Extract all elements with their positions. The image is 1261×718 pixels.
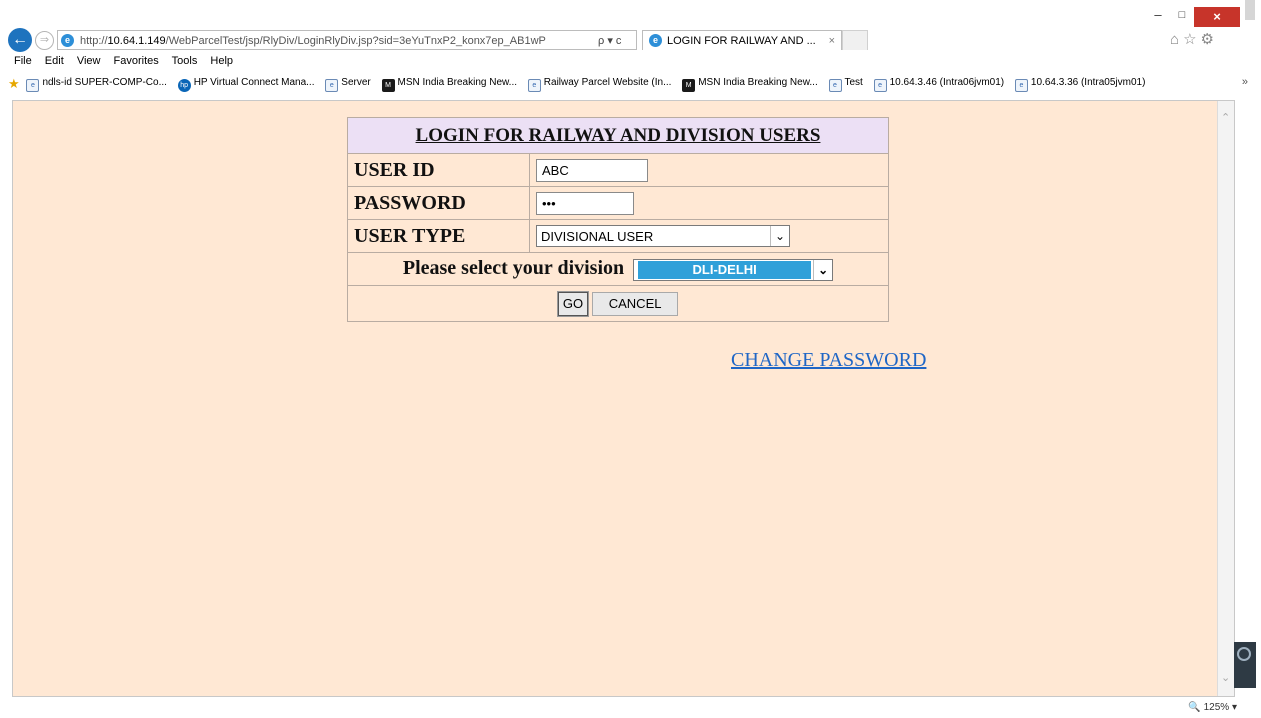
favorite-label: 10.64.3.36 (Intra05jvm01)	[1030, 76, 1146, 88]
button-row: GO CANCEL	[347, 285, 889, 322]
menu-bar: File Edit View Favorites Tools Help	[14, 55, 243, 67]
chevron-down-icon[interactable]: ⌄	[1221, 671, 1230, 684]
url-text: http://10.64.1.149/WebParcelTest/jsp/Rly…	[80, 31, 546, 51]
division-row: Please select your division DLI-DELHI ⌄	[347, 252, 889, 286]
new-tab-button[interactable]	[842, 30, 868, 50]
chevron-up-icon[interactable]: ⌃	[1221, 111, 1230, 124]
division-select[interactable]: DLI-DELHI ⌄	[633, 258, 834, 281]
favorite-label: 10.64.3.46 (Intra06jvm01)	[889, 76, 1005, 88]
division-value: DLI-DELHI	[638, 260, 812, 279]
ie-page-icon: e	[828, 78, 842, 92]
favorite-item[interactable]: e 10.64.3.36 (Intra05jvm01)	[1014, 76, 1146, 92]
browser-window: – □ × ← ⇒ e http://10.64.1.149/WebParcel…	[0, 0, 1261, 718]
menu-view[interactable]: View	[77, 55, 101, 67]
favorite-label: Railway Parcel Website (In...	[543, 76, 672, 88]
favorite-item[interactable]: M MSN India Breaking New...	[682, 77, 818, 92]
password-label: PASSWORD	[347, 186, 530, 220]
change-password-link[interactable]: CHANGE PASSWORD	[731, 349, 926, 372]
favorite-item[interactable]: e Test	[828, 76, 863, 92]
url-prefix: http://	[80, 35, 108, 47]
favorite-label: MSN India Breaking New...	[698, 76, 818, 88]
password-input[interactable]	[536, 191, 634, 215]
favorite-label: MSN India Breaking New...	[397, 76, 518, 88]
ie-page-icon: e	[873, 78, 887, 92]
favorite-item[interactable]: e Server	[325, 76, 371, 92]
menu-file[interactable]: File	[14, 55, 32, 67]
hp-icon: hp	[177, 78, 191, 92]
ie-page-icon: e	[26, 78, 40, 92]
chevron-down-icon: ⌄	[813, 259, 833, 280]
maximize-button[interactable]: □	[1170, 7, 1194, 23]
favorite-label: Test	[844, 76, 863, 88]
url-path: /WebParcelTest/jsp/RlyDiv/LoginRlyDiv.js…	[165, 35, 546, 47]
navigation-bar: ← ⇒ e http://10.64.1.149/WebParcelTest/j…	[0, 28, 1240, 52]
user-type-label: USER TYPE	[347, 219, 530, 253]
remote-session-icon	[1237, 647, 1251, 661]
minimize-button[interactable]: –	[1146, 7, 1170, 23]
go-button[interactable]: GO	[556, 290, 590, 317]
chevron-right-icon[interactable]: »	[1242, 76, 1248, 88]
status-bar: 🔍 125% ▾	[0, 698, 1261, 718]
tab-title: LOGIN FOR RAILWAY AND ...	[667, 35, 816, 47]
ie-page-icon: e	[527, 78, 541, 92]
ie-page-icon: e	[325, 78, 339, 92]
user-id-cell	[529, 153, 889, 187]
favorite-item[interactable]: hp HP Virtual Connect Mana...	[177, 76, 315, 92]
address-bar[interactable]: e http://10.64.1.149/WebParcelTest/jsp/R…	[57, 30, 637, 50]
page-content: LOGIN FOR RAILWAY AND DIVISION USERS USE…	[12, 100, 1235, 697]
user-type-value: DIVISIONAL USER	[541, 228, 654, 244]
favorite-label: Server	[341, 76, 371, 88]
window-controls: – □ ×	[1146, 7, 1240, 27]
ie-logo-icon: e	[649, 34, 662, 47]
forward-arrow-icon[interactable]: ⇒	[35, 31, 54, 50]
favorite-item[interactable]: e Railway Parcel Website (In...	[527, 76, 672, 92]
chevron-down-icon: ⌄	[770, 226, 789, 246]
menu-edit[interactable]: Edit	[45, 55, 64, 67]
menu-favorites[interactable]: Favorites	[114, 55, 159, 67]
vertical-scrollbar[interactable]: ⌃ ⌄	[1217, 101, 1234, 696]
favorite-label: HP Virtual Connect Mana...	[193, 76, 315, 88]
back-arrow-icon[interactable]: ←	[8, 28, 32, 52]
search-refresh-icon[interactable]: ρ ▾ c	[598, 31, 621, 51]
login-form: LOGIN FOR RAILWAY AND DIVISION USERS USE…	[347, 117, 889, 322]
ie-logo-icon: e	[61, 34, 74, 47]
browser-tab[interactable]: e LOGIN FOR RAILWAY AND ... ×	[642, 30, 842, 50]
zoom-level: 125%	[1203, 702, 1230, 713]
user-id-label: USER ID	[347, 153, 530, 187]
menu-help[interactable]: Help	[210, 55, 233, 67]
add-favorite-star-icon[interactable]: ★	[8, 76, 20, 91]
favorites-bar: ★ e ndls-id SUPER-COMP-Co... hp HP Virtual…	[8, 76, 1248, 94]
division-label: Please select your division	[402, 257, 625, 280]
user-type-select[interactable]: DIVISIONAL USER ⌄	[536, 225, 790, 247]
tab-close-icon[interactable]: ×	[829, 31, 835, 51]
msn-icon: M	[682, 78, 696, 92]
zoom-control[interactable]: 🔍 125% ▾	[1188, 702, 1237, 713]
msn-icon: M	[381, 78, 395, 92]
cancel-button[interactable]: CANCEL	[592, 291, 679, 316]
ie-page-icon: e	[1014, 78, 1028, 92]
form-title: LOGIN FOR RAILWAY AND DIVISION USERS	[347, 117, 889, 154]
password-cell	[529, 186, 889, 220]
favorite-item[interactable]: e ndls-id SUPER-COMP-Co...	[26, 76, 167, 92]
user-id-input[interactable]	[536, 158, 648, 182]
url-host: 10.64.1.149	[107, 35, 166, 47]
favorite-label: ndls-id SUPER-COMP-Co...	[42, 76, 167, 88]
home-favorites-settings-icon[interactable]: ⌂☆⚙	[1170, 30, 1218, 48]
menu-tools[interactable]: Tools	[172, 55, 198, 67]
close-button[interactable]: ×	[1194, 7, 1240, 27]
user-type-cell: DIVISIONAL USER ⌄	[529, 219, 889, 253]
favorite-item[interactable]: e 10.64.3.46 (Intra06jvm01)	[873, 76, 1005, 92]
favorite-item[interactable]: M MSN India Breaking New...	[381, 76, 518, 92]
window-edge	[1245, 0, 1255, 20]
side-panel-widget[interactable]	[1234, 642, 1256, 688]
